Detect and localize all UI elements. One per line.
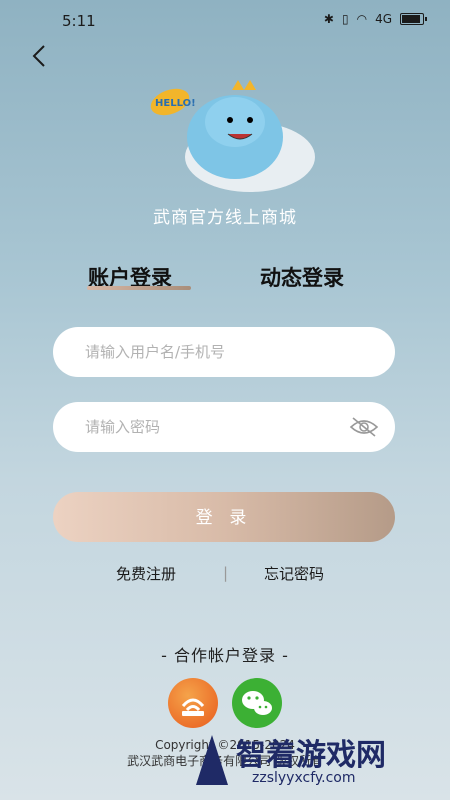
wechat-icon[interactable] xyxy=(232,678,282,728)
status-time: 5:11 xyxy=(62,12,96,30)
watermark-url: zzslyyxcfy.com xyxy=(252,770,356,786)
username-input[interactable] xyxy=(83,342,365,362)
crown-icon xyxy=(232,80,256,90)
watermark-text: 智着游戏网 xyxy=(236,738,386,773)
company-wifi-icon[interactable] xyxy=(168,678,218,728)
partner-login-icons xyxy=(0,678,450,728)
password-field-container xyxy=(53,402,395,452)
status-bar: 5:11 ✱ ▯ ◠ 4G xyxy=(0,0,450,40)
login-tabs: 账户登录 动态登录 xyxy=(0,262,450,302)
vibrate-icon: ▯ xyxy=(341,12,349,26)
mascot-illustration: HELLO! xyxy=(150,80,315,192)
auth-links: 免费注册 | 忘记密码 xyxy=(0,563,450,583)
login-button[interactable]: 登 录 xyxy=(53,492,395,542)
forgot-password-link[interactable]: 忘记密码 xyxy=(264,563,324,584)
active-tab-indicator xyxy=(87,286,191,290)
wifi-icon: ◠ xyxy=(356,12,368,26)
partner-login-title: - 合作帐户登录 - xyxy=(161,646,289,665)
bluetooth-icon: ✱ xyxy=(323,12,334,26)
tab-dynamic-login[interactable]: 动态登录 xyxy=(260,262,344,292)
battery-icon xyxy=(400,13,427,25)
back-arrow-icon[interactable] xyxy=(24,40,56,72)
password-input[interactable] xyxy=(83,417,365,437)
register-link[interactable]: 免费注册 xyxy=(116,563,176,584)
svg-text:HELLO!: HELLO! xyxy=(155,98,196,109)
status-icons: ✱ ▯ ◠ 4G xyxy=(323,12,427,26)
watermark-logo-icon xyxy=(196,735,228,785)
signal-label: 4G xyxy=(375,12,392,26)
store-name: 武商官方线上商城 xyxy=(153,208,297,228)
site-watermark: 智着游戏网 zzslyyxcfy.com xyxy=(192,730,442,794)
link-divider: | xyxy=(223,564,229,582)
eye-hidden-icon[interactable] xyxy=(349,415,379,439)
username-field-container xyxy=(53,327,395,377)
